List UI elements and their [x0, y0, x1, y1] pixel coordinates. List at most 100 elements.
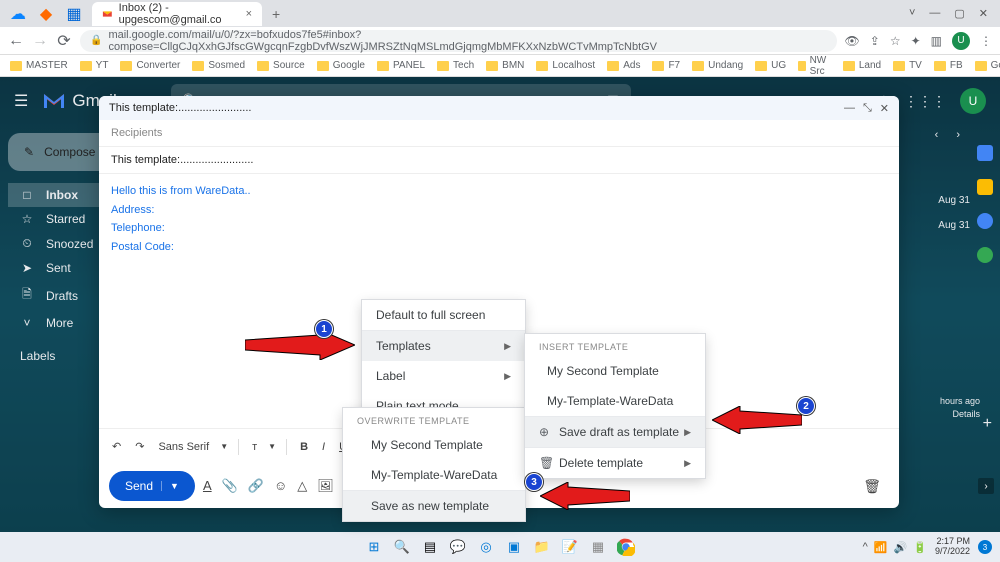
- next-page-button[interactable]: ›: [956, 129, 960, 141]
- bookmark-item[interactable]: Undang: [692, 60, 743, 71]
- hamburger-icon[interactable]: ☰: [14, 91, 28, 111]
- eye-icon[interactable]: 👁: [845, 34, 860, 48]
- tasks-icon[interactable]: [977, 213, 993, 229]
- extensions-icon[interactable]: ✦: [911, 34, 921, 48]
- addons-plus-icon[interactable]: +: [983, 415, 992, 433]
- sidepanel-icon[interactable]: ▥: [931, 34, 942, 48]
- task-view-button[interactable]: ▤: [419, 536, 441, 558]
- font-select[interactable]: Sans Serif: [155, 439, 212, 455]
- menu-item-save-new-template[interactable]: Save as new template: [343, 491, 525, 521]
- bookmark-item[interactable]: F7: [652, 60, 680, 71]
- menu-item-delete-template[interactable]: 🗑Delete template▶: [525, 448, 705, 478]
- menu-item-template[interactable]: My Second Template: [343, 430, 525, 460]
- start-button[interactable]: ⊞: [363, 536, 385, 558]
- app-icon[interactable]: ▣: [503, 536, 525, 558]
- bookmark-item[interactable]: Tech: [437, 60, 474, 71]
- star-icon[interactable]: ☆: [890, 34, 901, 48]
- bookmark-item[interactable]: Google: [317, 60, 365, 71]
- calendar-icon[interactable]: [977, 145, 993, 161]
- url-input[interactable]: 🔒 mail.google.com/mail/u/0/?zx=bofxudos7…: [80, 30, 837, 52]
- back-button[interactable]: ←: [8, 33, 24, 49]
- bookmark-item[interactable]: YT: [80, 60, 109, 71]
- battery-icon[interactable]: 🔋: [913, 541, 927, 554]
- profile-avatar[interactable]: U: [952, 32, 970, 50]
- bookmark-item[interactable]: Localhost: [536, 60, 595, 71]
- menu-item-template[interactable]: My-Template-WareData: [343, 460, 525, 490]
- keep-icon[interactable]: [977, 179, 993, 195]
- bookmark-item[interactable]: Sosmed: [192, 60, 245, 71]
- minimize-icon[interactable]: —: [844, 102, 855, 115]
- undo-icon[interactable]: ↶: [109, 438, 124, 455]
- windows-taskbar: ⊞ 🔍 ▤ 💬 ◎ ▣ 📁 📝 ▦ ^ 📶 🔊 🔋 2:17 PM 9/7/20…: [0, 532, 1000, 562]
- app-icon[interactable]: ▦: [587, 536, 609, 558]
- notepad-app[interactable]: 📝: [559, 536, 581, 558]
- window-minimize[interactable]: —: [929, 7, 940, 20]
- bookmark-item[interactable]: TV: [893, 60, 922, 71]
- prev-page-button[interactable]: ‹: [935, 129, 939, 141]
- bookmark-item[interactable]: Gov: [975, 60, 1000, 71]
- pinned-tab[interactable]: ◆: [34, 4, 58, 24]
- volume-icon[interactable]: 🔊: [894, 541, 908, 554]
- forward-button[interactable]: →: [32, 33, 48, 49]
- close-icon[interactable]: ✕: [880, 102, 889, 115]
- image-icon[interactable]: 🖼: [317, 478, 334, 494]
- attach-icon[interactable]: 📎: [222, 478, 238, 494]
- formatting-icon[interactable]: A: [203, 478, 212, 494]
- subject-field[interactable]: This template:........................: [99, 147, 899, 174]
- emoji-icon[interactable]: ☺: [274, 478, 287, 494]
- account-avatar[interactable]: U: [960, 88, 986, 114]
- active-tab[interactable]: Inbox (2) - upgescom@gmail.co ×: [92, 2, 262, 26]
- menu-item-template[interactable]: My Second Template: [525, 356, 705, 386]
- share-icon[interactable]: ⇪: [870, 34, 880, 48]
- italic-icon[interactable]: I: [319, 439, 328, 455]
- system-clock[interactable]: 2:17 PM 9/7/2022: [935, 537, 970, 557]
- notification-badge[interactable]: 3: [978, 540, 992, 554]
- contacts-icon[interactable]: [977, 247, 993, 263]
- send-button[interactable]: Send ▼: [109, 471, 195, 501]
- bookmark-item[interactable]: BMN: [486, 60, 524, 71]
- menu-item-save-draft-template[interactable]: ⊕Save draft as template▶: [525, 417, 705, 447]
- chat-app[interactable]: 💬: [447, 536, 469, 558]
- fullscreen-icon[interactable]: ⤡: [863, 102, 872, 115]
- send-options-icon[interactable]: ▼: [161, 481, 179, 491]
- tab-close-icon[interactable]: ×: [246, 8, 252, 20]
- pinned-tab[interactable]: ▦: [62, 4, 86, 24]
- menu-item-label[interactable]: Label▶: [362, 361, 525, 391]
- drive-icon[interactable]: △: [297, 478, 307, 494]
- edge-app[interactable]: ◎: [475, 536, 497, 558]
- bookmark-item[interactable]: Land: [843, 60, 881, 71]
- bookmark-item[interactable]: FB: [934, 60, 963, 71]
- window-close[interactable]: ✕: [979, 7, 988, 20]
- bookmark-item[interactable]: Converter: [120, 60, 180, 71]
- bookmark-item[interactable]: Source: [257, 60, 305, 71]
- new-tab-button[interactable]: +: [272, 6, 280, 22]
- annotation-arrow: [712, 406, 802, 434]
- bookmark-item[interactable]: UG: [755, 60, 786, 71]
- explorer-app[interactable]: 📁: [531, 536, 553, 558]
- menu-item-template[interactable]: My-Template-WareData: [525, 386, 705, 416]
- redo-icon[interactable]: ↷: [132, 438, 147, 455]
- recipients-field[interactable]: Recipients: [99, 120, 899, 147]
- font-size-icon[interactable]: т: [249, 439, 260, 455]
- bookmark-item[interactable]: NW Src: [798, 55, 831, 77]
- reload-button[interactable]: ⟳: [56, 33, 72, 49]
- menu-item-templates[interactable]: Templates▶: [362, 331, 525, 361]
- tray-chevron-icon[interactable]: ^: [863, 541, 868, 554]
- window-maximize[interactable]: ▢: [954, 7, 964, 20]
- discard-draft-icon[interactable]: 🗑: [863, 478, 889, 495]
- chrome-app[interactable]: [615, 536, 637, 558]
- pinned-tab[interactable]: ☁: [6, 4, 30, 24]
- side-panel-toggle[interactable]: ›: [978, 478, 994, 494]
- bold-icon[interactable]: B: [297, 439, 311, 455]
- bookmark-item[interactable]: Ads: [607, 60, 640, 71]
- menu-icon[interactable]: ⋮: [980, 34, 992, 48]
- link-icon[interactable]: 🔗: [248, 478, 264, 494]
- compose-title-bar[interactable]: This template:........................ —…: [99, 96, 899, 120]
- menu-item-fullscreen[interactable]: Default to full screen: [362, 300, 525, 330]
- chevron-down-icon[interactable]: ˅: [909, 7, 915, 20]
- bookmark-item[interactable]: MASTER: [10, 60, 68, 71]
- apps-icon[interactable]: ⋮⋮⋮: [904, 93, 946, 110]
- wifi-icon[interactable]: 📶: [874, 541, 888, 554]
- search-button[interactable]: 🔍: [391, 536, 413, 558]
- bookmark-item[interactable]: PANEL: [377, 60, 425, 71]
